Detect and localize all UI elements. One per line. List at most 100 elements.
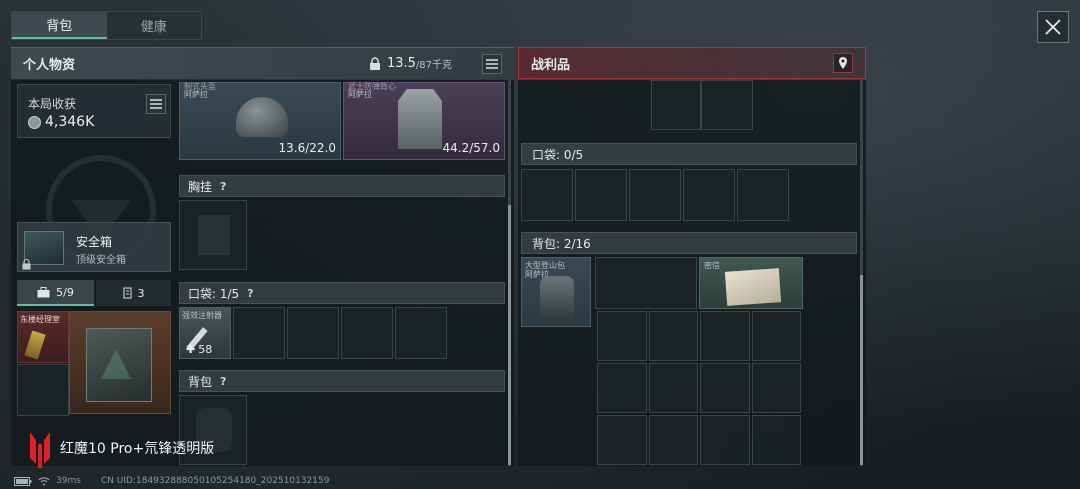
plus-icon: ✚ [186,343,196,356]
pocket-slot[interactable] [287,307,339,359]
armor-vest-icon [398,89,442,149]
hiking-backpack-item[interactable]: 大型登山包 阿萨拉 [521,257,591,327]
storage-tab-ammo-count: 3 [137,286,145,300]
sort-button[interactable] [482,53,502,74]
backpack-help-icon[interactable]: ? [220,375,226,388]
injector-item[interactable]: 强效注射器 ✚ 58 [179,307,231,359]
loot-pocket-label: 口袋: 0/5 [532,147,584,162]
loot-slot[interactable] [651,80,701,130]
loot-backpack-label: 背包: 2/16 [532,236,591,251]
injector-name: 强效注射器 [182,311,222,320]
tab-health[interactable]: 健康 [107,12,202,39]
loot-backpack-slot[interactable] [700,311,750,361]
keycard-item[interactable]: 东楼经理室 [17,311,69,363]
wifi-icon [38,476,50,485]
loot-pocket-slot[interactable] [521,169,573,221]
ammo-crate-item[interactable] [69,311,171,414]
chest-rig-label: 胸挂 [188,179,213,194]
safe-box-subtitle: 顶级安全箱 [76,255,126,266]
status-bar: 39ms CN UID:18493288805010525418​0_20251… [14,474,329,488]
haul-card: 本局收获 4,346K [17,84,171,138]
safe-box-title: 安全箱 [76,235,113,249]
pocket-slot[interactable] [341,307,393,359]
injector-count: 58 [198,343,213,356]
loot-backpack-slot[interactable] [597,363,647,413]
pocket-slot[interactable] [233,307,285,359]
ping-text: 39ms [56,476,81,486]
pocket-section: 口袋: 1/5 ? [179,282,505,304]
chest-rig-placeholder-icon [198,215,230,255]
personal-scroll-thumb[interactable] [508,205,511,465]
tab-backpack[interactable]: 背包 [12,12,107,39]
armor-item[interactable]: 武士防弹背心 阿萨拉 44.2/57.0 [343,82,505,160]
personal-supplies-title: 个人物资 [23,58,76,73]
chest-rig-help-icon[interactable]: ? [220,180,226,193]
safe-box-card[interactable]: 安全箱 顶级安全箱 [17,222,171,272]
list-icon [150,99,162,109]
haul-detail-button[interactable] [146,94,166,114]
secret-letter-item[interactable]: 密信 [699,257,803,309]
loot-backpack-slot[interactable] [751,311,801,361]
briefcase-icon [37,286,50,297]
pocket-slot[interactable] [395,307,447,359]
weight-value: 13.5 [386,56,416,71]
haul-value: 4,346K [45,114,95,130]
loot-backpack-slot[interactable] [648,311,698,361]
battery-icon [14,476,32,486]
loot-scroll-thumb[interactable] [860,275,863,465]
chest-rig-slot[interactable] [179,200,247,270]
loot-backpack-slot[interactable] [700,415,750,465]
room-label: 东楼经理室 [20,315,60,324]
storage-tab-case[interactable]: 5/9 [17,280,94,306]
case-slot[interactable] [17,364,69,416]
loot-pocket-slot[interactable] [575,169,627,221]
pocket-label: 口袋: 1/5 [188,286,240,301]
chest-rig-section: 胸挂 ? [179,175,505,197]
helmet-icon [236,97,288,137]
red-magic-logo-icon [30,432,50,468]
loot-pocket-slot[interactable] [629,169,681,221]
helmet-origin: 阿萨拉 [184,90,208,99]
keycard-icon [24,330,46,360]
backpack-label: 背包 [188,374,213,389]
helmet-item[interactable]: 制式头盔 阿萨拉 13.6/22.0 [179,82,341,160]
backpack-icon [540,276,574,322]
loot-backpack-slot[interactable] [700,363,750,413]
letter-icon [724,268,782,306]
top-tab-bar: 背包 健康 [11,11,202,40]
personal-supplies-header: 个人物资 13.5 /87千克 [11,47,514,79]
coin-icon [28,115,41,129]
loot-backpack-slot[interactable] [648,363,698,413]
loot-backpack-slot[interactable] [597,311,647,361]
loot-backpack-slot[interactable] [648,415,698,465]
loot-backpack-grid [597,311,801,465]
lock-icon [22,259,31,270]
loot-title: 战利品 [531,57,571,73]
loot-slot[interactable] [701,80,753,130]
helmet-durability: 13.6/22.0 [278,141,336,155]
storage-tab-ammo[interactable]: 3 [96,280,171,306]
loot-pocket-slot[interactable] [737,169,789,221]
magazine-icon [123,287,131,299]
uid-text: CN UID:18493288805010525418​0_2025101321… [100,476,330,486]
loot-pocket-section: 口袋: 0/5 [521,143,857,165]
haul-label: 本局收获 [28,97,77,111]
pocket-help-icon[interactable]: ? [247,287,253,300]
crate-icon [86,328,152,402]
loot-backpack-slot[interactable] [595,257,697,309]
loot-backpack-slot[interactable] [751,415,801,465]
loot-pocket-slot[interactable] [683,169,735,221]
armor-origin: 阿萨拉 [348,90,372,99]
loot-panel: 口袋: 0/5 背包: 2/16 大型登山包 阿萨拉 密信 [518,80,866,466]
weight-lock-icon [369,56,380,70]
personal-supplies-panel: 本局收获 4,346K 安全箱 顶级安全箱 5/9 3 东楼经理室 制式头盔 阿… [11,80,514,466]
backpack-section: 背包 ? [179,370,505,392]
loot-backpack-section: 背包: 2/16 [521,232,857,254]
loot-location-button[interactable] [833,53,853,73]
loot-backpack-slot[interactable] [751,363,801,413]
loot-backpack-slot[interactable] [597,415,647,465]
list-icon [486,58,498,69]
armor-durability: 44.2/57.0 [442,141,500,155]
watermark-text: 红魔10 Pro+氘锋透明版 [60,441,215,457]
close-button[interactable] [1037,11,1069,43]
